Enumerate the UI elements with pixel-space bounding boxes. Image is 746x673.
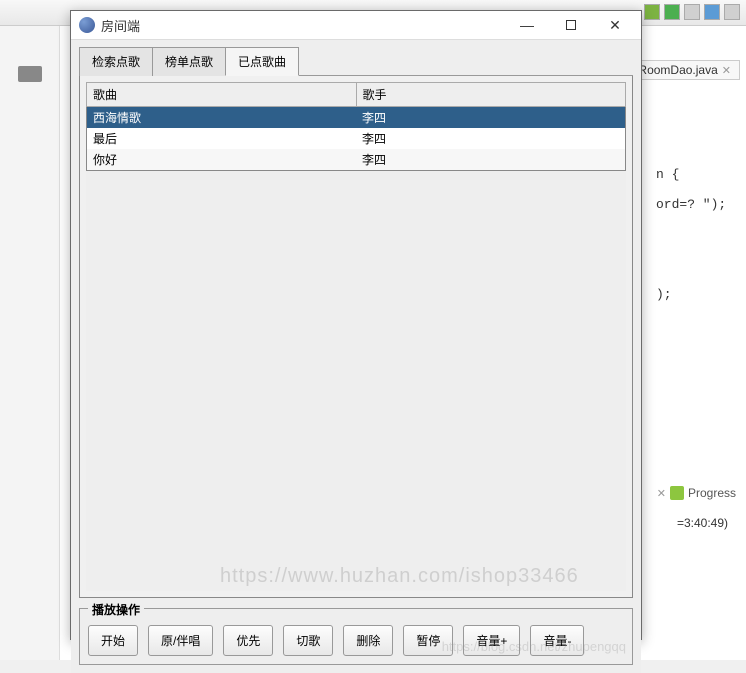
tool-icon-3[interactable] [724,4,740,20]
titlebar: 房间端 — ✕ [71,11,641,40]
window-title: 房间端 [101,16,505,35]
play-section-title: 播放操作 [88,601,144,618]
volume-up-button[interactable]: 音量+ [463,625,520,656]
close-icon[interactable]: ✕ [657,487,666,500]
cell-song: 西海情歌 [87,107,357,129]
cell-artist: 李四 [356,128,626,149]
vocal-backing-button[interactable]: 原/伴唱 [148,625,213,656]
close-icon[interactable]: ✕ [722,64,731,77]
delete-button[interactable]: 删除 [343,625,393,656]
package-icon[interactable] [18,66,42,82]
priority-button[interactable]: 优先 [223,625,273,656]
col-song[interactable]: 歌曲 [87,83,357,107]
col-artist[interactable]: 歌手 [356,83,626,107]
song-table: 歌曲 歌手 西海情歌 李四 最后 李四 [86,82,626,171]
song-table-container: 歌曲 歌手 西海情歌 李四 最后 李四 [79,76,633,598]
app-icon [79,17,95,33]
tool-icon[interactable] [684,4,700,20]
table-empty-area [86,171,626,591]
progress-icon [670,486,684,500]
progress-view[interactable]: ✕ Progress [657,486,736,500]
tool-icon-2[interactable] [704,4,720,20]
pause-button[interactable]: 暂停 [403,625,453,656]
volume-down-button[interactable]: 音量- [530,625,584,656]
run-icon[interactable] [644,4,660,20]
room-client-dialog: 房间端 — ✕ 检索点歌 榜单点歌 已点歌曲 歌曲 歌手 [70,10,642,640]
progress-label: Progress [688,486,736,500]
cell-song: 最后 [87,128,357,149]
code-snippet: n { ord=? "); ); [656,160,736,310]
editor-tab-label: *RoomDao.java [634,63,718,77]
tab-search-song[interactable]: 检索点歌 [79,47,153,76]
start-button[interactable]: 开始 [88,625,138,656]
cell-artist: 李四 [356,107,626,129]
close-button[interactable]: ✕ [593,11,637,39]
maximize-button[interactable] [549,11,593,39]
debug-icon[interactable] [664,4,680,20]
time-label: =3:40:49) [677,516,728,530]
cell-artist: 李四 [356,149,626,171]
table-row[interactable]: 你好 李四 [87,149,626,171]
play-operations-panel: 播放操作 开始 原/伴唱 优先 切歌 删除 暂停 音量+ 音量- [79,608,633,665]
tab-chart-song[interactable]: 榜单点歌 [152,47,226,76]
editor-tab[interactable]: *RoomDao.java ✕ [625,60,740,80]
minimize-button[interactable]: — [505,11,549,39]
tab-queued-songs[interactable]: 已点歌曲 [225,47,299,76]
tabs-row: 检索点歌 榜单点歌 已点歌曲 [79,46,633,76]
ide-sidebar [0,26,60,660]
table-row[interactable]: 西海情歌 李四 [87,107,626,129]
skip-song-button[interactable]: 切歌 [283,625,333,656]
table-row[interactable]: 最后 李四 [87,128,626,149]
cell-song: 你好 [87,149,357,171]
